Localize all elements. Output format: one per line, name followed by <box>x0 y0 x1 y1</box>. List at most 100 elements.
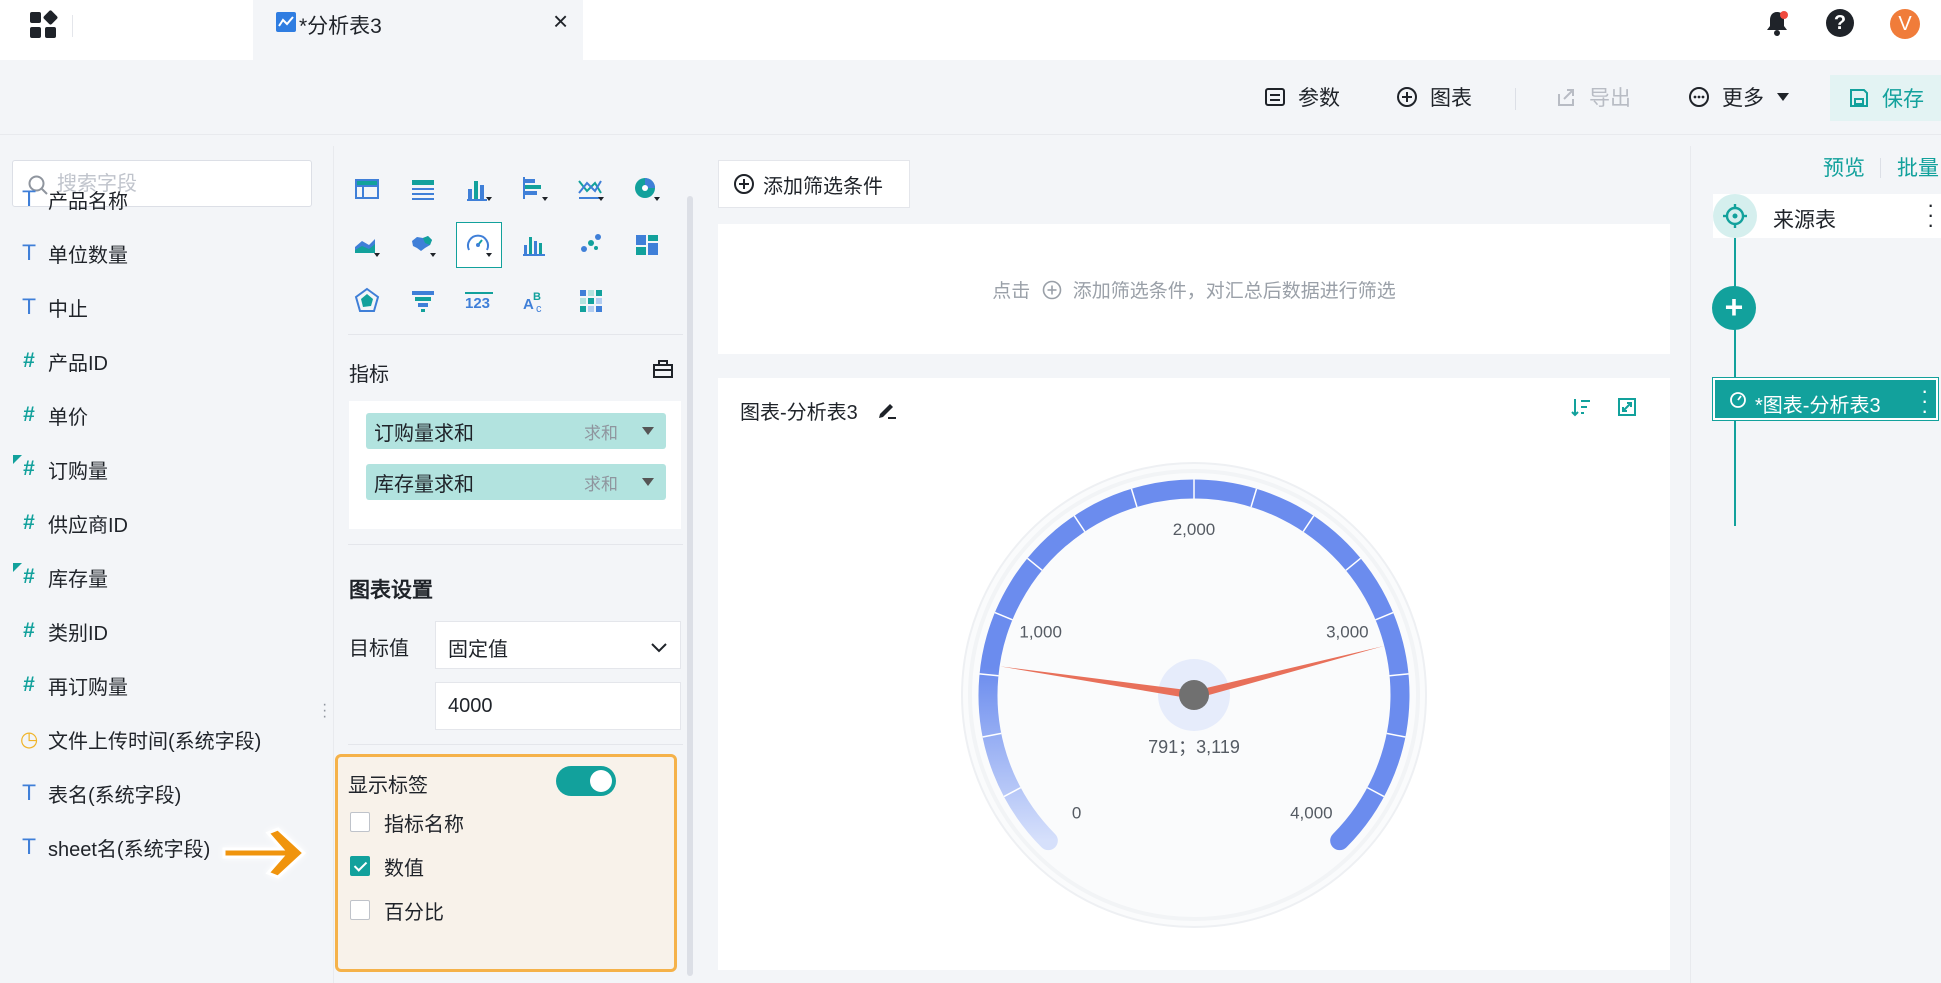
field-item[interactable]: # 供应商ID <box>20 508 128 538</box>
chart-title: 图表-分析表3 <box>740 402 858 424</box>
text-type-icon: T <box>22 187 36 211</box>
field-item[interactable]: # 单价 <box>20 400 88 430</box>
checkbox[interactable] <box>350 856 370 876</box>
chart-config-panel: 123 ABc 指标 订购量求和 求和 库存量求和 求和 图表设置 目标值 固定… <box>333 146 698 983</box>
field-item[interactable]: # 再订购量 <box>20 670 128 700</box>
flow-connector <box>1734 216 1736 526</box>
chart-type-funnel[interactable] <box>400 278 446 324</box>
metrics-drop-area[interactable]: 订购量求和 求和 库存量求和 求和 <box>349 401 681 529</box>
field-item[interactable]: T 单位数量 <box>20 238 128 268</box>
metric-pill[interactable]: 库存量求和 求和 <box>366 464 666 500</box>
panel-resize-handle[interactable]: · · · <box>322 697 328 725</box>
export-button[interactable]: 导出 <box>1555 82 1631 112</box>
field-name: 表名(系统字段) <box>48 784 182 807</box>
checkbox[interactable] <box>350 812 370 832</box>
text-type-icon: T <box>22 781 36 805</box>
chart-type-indicator-card[interactable]: 123 <box>456 278 502 324</box>
field-item[interactable]: # 订购量 <box>13 454 108 484</box>
batch-link[interactable]: 批量 <box>1897 152 1939 182</box>
edit-pen-icon[interactable] <box>876 398 898 420</box>
gauge-icon <box>1730 392 1746 408</box>
field-item[interactable]: Tsheet名(系统字段) <box>20 832 211 862</box>
horizontal-bar-icon <box>523 177 548 201</box>
chart-type-table[interactable] <box>344 166 390 212</box>
label-option-percent[interactable]: 百分比 <box>350 897 444 924</box>
source-table-node[interactable]: 来源表 · · · <box>1713 194 1941 238</box>
help-icon[interactable]: ? <box>1826 9 1854 37</box>
add-filter-button[interactable]: 添加筛选条件 <box>718 160 910 208</box>
label-option-metric-name[interactable]: 指标名称 <box>350 809 464 836</box>
config-divider <box>348 334 683 335</box>
field-item[interactable]: T 中止 <box>20 292 88 322</box>
add-chart-button[interactable]: 图表 <box>1396 82 1472 112</box>
bar-chart-icon <box>467 181 492 201</box>
field-name: 类别ID <box>48 622 108 645</box>
field-name: 产品名称 <box>48 190 128 213</box>
field-item[interactable]: # 类别ID <box>20 616 108 646</box>
number-card-icon: 123 <box>465 292 493 312</box>
chart-type-scatter[interactable] <box>568 222 614 268</box>
field-name: 文件上传时间(系统字段) <box>48 730 262 753</box>
caret-down-icon[interactable] <box>642 427 654 435</box>
plus-circle-icon <box>1397 87 1417 107</box>
fullscreen-icon[interactable] <box>1616 396 1638 418</box>
chart-type-bar[interactable] <box>456 166 502 212</box>
gauge-tick-label: 4,000 <box>1290 803 1333 822</box>
caret-down-icon[interactable] <box>642 478 654 486</box>
field-item[interactable]: T 表名(系统字段) <box>20 778 182 808</box>
chart-type-heatmap[interactable] <box>568 278 614 324</box>
field-item[interactable]: ◷ 文件上传时间(系统字段) <box>20 724 261 754</box>
save-button[interactable]: 保存 <box>1830 75 1941 121</box>
chart-type-map[interactable] <box>400 222 446 268</box>
more-button[interactable]: 更多 <box>1688 82 1790 112</box>
chart-type-waterfall[interactable] <box>512 222 558 268</box>
text-type-icon: T <box>22 295 36 319</box>
field-item[interactable]: # 库存量 <box>13 562 108 592</box>
add-step-button[interactable]: + <box>1712 286 1756 330</box>
chart-type-pie[interactable] <box>624 166 670 212</box>
chart-type-area[interactable] <box>344 222 390 268</box>
field-item[interactable]: T 产品名称 <box>20 184 128 214</box>
field-item[interactable]: # 产品ID <box>20 346 108 376</box>
chart-type-word-cloud[interactable]: ABc <box>512 278 558 324</box>
dashboard-icon <box>636 235 658 255</box>
chart-type-horizontal-bar[interactable] <box>512 166 558 212</box>
plus-circle-icon[interactable] <box>1042 280 1062 300</box>
target-value-input[interactable] <box>435 682 681 730</box>
kebab-menu-icon[interactable]: · · · <box>1921 380 1928 422</box>
checkbox[interactable] <box>350 900 370 920</box>
close-tab-icon[interactable]: × <box>553 8 568 34</box>
area-chart-icon <box>355 239 380 257</box>
kebab-menu-icon[interactable]: · · · <box>1927 194 1934 236</box>
number-type-icon: # <box>13 455 38 481</box>
chevron-down-icon <box>651 643 667 653</box>
chart-type-gauge[interactable] <box>456 222 502 268</box>
user-avatar[interactable]: V <box>1890 9 1920 39</box>
analysis-table-icon <box>276 12 296 32</box>
chart-type-dashboard[interactable] <box>624 222 670 268</box>
document-tab[interactable]: *分析表3 × <box>253 0 583 60</box>
chart-type-detail-table[interactable] <box>400 166 446 212</box>
sort-icon[interactable] <box>1570 396 1592 418</box>
preview-link[interactable]: 预览 <box>1823 152 1865 182</box>
params-button[interactable]: 参数 <box>1264 82 1340 112</box>
apps-grid-icon[interactable] <box>28 10 58 40</box>
config-scrollbar[interactable] <box>687 196 693 976</box>
metrics-settings-icon[interactable] <box>652 358 674 380</box>
show-labels-label: 显示标签 <box>348 775 428 797</box>
show-labels-toggle[interactable] <box>556 766 616 796</box>
tab-title: *分析表3 <box>299 15 382 38</box>
number-type-icon: # <box>23 511 35 534</box>
chart-step-node[interactable]: *图表-分析表3 · · · <box>1712 377 1939 422</box>
chart-type-line[interactable] <box>568 166 614 212</box>
toolbar: 参数 图表 导出 更多 保存 <box>0 60 1941 135</box>
target-mode-select[interactable]: 固定值 <box>435 621 681 669</box>
svg-text:c: c <box>536 303 542 315</box>
chart-type-radar[interactable] <box>344 278 390 324</box>
gauge-value-label: 791；3,119 <box>1148 737 1240 757</box>
metric-name: 库存量求和 <box>374 473 474 496</box>
metric-pill[interactable]: 订购量求和 求和 <box>366 413 666 449</box>
label-option-value[interactable]: 数值 <box>350 853 424 880</box>
notification-bell-icon[interactable] <box>1762 8 1792 38</box>
label-settings-group: 显示标签 指标名称 数值 百分比 <box>335 754 677 972</box>
